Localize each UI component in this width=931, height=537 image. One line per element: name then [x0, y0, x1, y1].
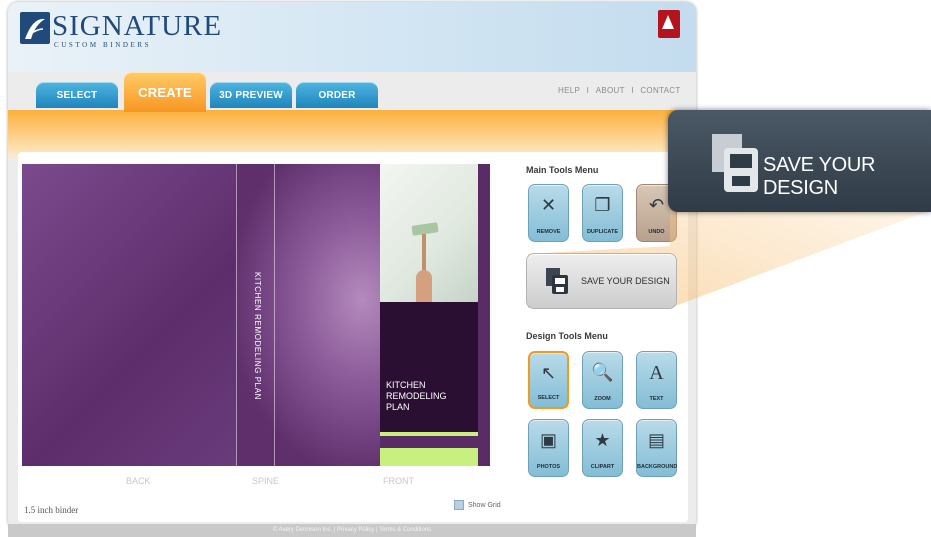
- link-separator: I: [586, 86, 590, 95]
- zoom-icon: 🔍: [591, 362, 614, 382]
- tab-order[interactable]: ORDER: [296, 82, 378, 108]
- contact-link[interactable]: CONTACT: [640, 86, 680, 95]
- brand-title: SIGNATURE: [52, 10, 223, 42]
- photos-icon: ▣: [539, 430, 557, 450]
- logo-icon: [20, 12, 50, 44]
- clipart-tool-button[interactable]: ★ CLIPART: [582, 419, 623, 477]
- back-label: BACK: [126, 476, 151, 486]
- binder-size: 1.5 inch binder: [24, 505, 79, 515]
- save-design-callout: SAVE YOUR DESIGN: [668, 110, 931, 212]
- tab-select[interactable]: SELECT: [36, 82, 118, 108]
- photos-tool-label: PHOTOS: [536, 464, 561, 470]
- spine-guide-left: [236, 164, 237, 466]
- paint-roller-icon: ▤: [647, 430, 665, 450]
- save-design-label: SAVE YOUR DESIGN: [581, 276, 670, 286]
- select-tool-label: SELECT: [537, 395, 560, 401]
- front-label: FRONT: [383, 476, 414, 486]
- save-icon: [546, 268, 568, 294]
- text-tool-label: TEXT: [649, 396, 664, 402]
- background-tool-label: BACKGROUND: [637, 464, 678, 470]
- spine-guide-right: [274, 164, 275, 466]
- tab-create[interactable]: CREATE: [124, 72, 206, 112]
- cursor-icon: ↖: [540, 363, 557, 383]
- footer: © Avery Dennison Inc. | Privacy Policy |…: [8, 524, 696, 537]
- spine-title-text[interactable]: KITCHEN REMODELING PLAN: [253, 272, 262, 466]
- clipart-tool-label: CLIPART: [590, 464, 615, 470]
- design-tools-title: Design Tools Menu: [526, 331, 608, 341]
- brand-subtitle: CUSTOM BINDERS: [54, 41, 152, 49]
- tab-3d-preview[interactable]: 3D PREVIEW: [210, 82, 292, 108]
- clipart-icon: ★: [594, 430, 611, 450]
- about-link[interactable]: ABOUT: [596, 86, 625, 95]
- binder-canvas[interactable]: KITCHEN REMODELING PLAN KITCHEN REMODELI…: [22, 164, 490, 466]
- link-separator: I: [631, 86, 634, 95]
- zoom-tool-label: ZOOM: [594, 396, 611, 402]
- accent-stripe[interactable]: [380, 448, 478, 466]
- help-link[interactable]: HELP: [558, 86, 580, 95]
- photos-tool-button[interactable]: ▣ PHOTOS: [528, 419, 569, 477]
- binder-back[interactable]: [22, 164, 236, 466]
- background-tool-button[interactable]: ▤ BACKGROUND: [636, 419, 677, 477]
- show-grid-toggle[interactable]: Show Grid: [454, 500, 501, 510]
- spine-label: SPINE: [252, 476, 280, 486]
- title-block[interactable]: KITCHEN REMODELING PLAN: [380, 302, 478, 432]
- show-grid-checkbox[interactable]: [454, 500, 464, 510]
- screen: SIGNATURE CUSTOM BINDERS SELECT CREATE 3…: [0, 0, 931, 537]
- paint-roller-photo[interactable]: [380, 164, 478, 302]
- save-icon: [712, 134, 758, 192]
- zoom-tool-button[interactable]: 🔍 ZOOM: [582, 351, 623, 409]
- avery-logo-icon: [658, 10, 680, 38]
- accent-stripe[interactable]: [380, 436, 478, 448]
- save-design-button[interactable]: SAVE YOUR DESIGN: [526, 253, 677, 309]
- show-grid-label: Show Grid: [468, 501, 501, 509]
- text-tool-button[interactable]: A TEXT: [636, 351, 677, 409]
- select-tool-button[interactable]: ↖ SELECT: [528, 351, 569, 409]
- front-title-text[interactable]: KITCHEN REMODELING PLAN: [386, 380, 466, 413]
- top-links: HELP I ABOUT I CONTACT: [556, 86, 683, 95]
- header: SIGNATURE CUSTOM BINDERS: [8, 2, 696, 72]
- callout-label: SAVE YOUR DESIGN: [763, 154, 876, 199]
- text-icon: A: [649, 362, 664, 384]
